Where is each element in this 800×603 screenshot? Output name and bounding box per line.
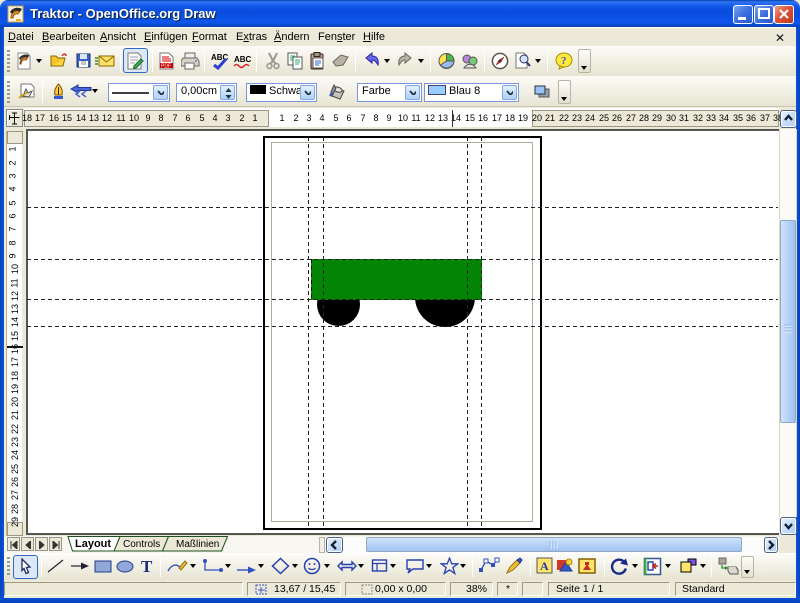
svg-text:A: A — [540, 559, 549, 573]
svg-text:T: T — [141, 557, 153, 575]
svg-text:PDF: PDF — [161, 64, 171, 70]
svg-text:ABC: ABC — [234, 55, 252, 64]
svg-text:?: ? — [561, 55, 567, 67]
